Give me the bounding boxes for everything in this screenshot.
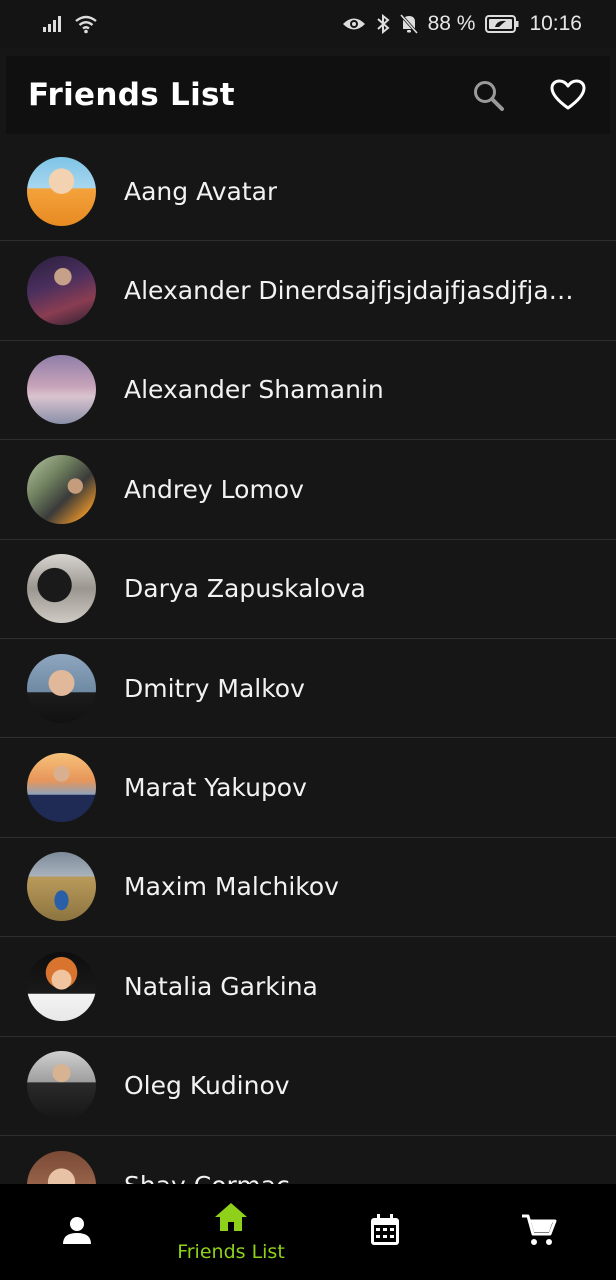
nav-item-friends-list[interactable]: Friends List xyxy=(154,1184,308,1280)
eye-icon xyxy=(342,16,366,32)
search-icon[interactable] xyxy=(468,75,508,115)
friend-name: Alexander Shamanin xyxy=(124,375,384,405)
friend-name: Andrey Lomov xyxy=(124,474,304,504)
notifications-off-icon xyxy=(399,14,418,34)
nav-item-cart[interactable] xyxy=(462,1184,616,1280)
app-bar: Friends List xyxy=(6,56,610,134)
avatar xyxy=(27,653,96,723)
friend-name: Natalia Garkina xyxy=(124,971,318,1001)
status-bar: 88 % 10:16 xyxy=(0,0,616,48)
nav-item-profile[interactable] xyxy=(0,1184,154,1280)
friend-name: Maxim Malchikov xyxy=(124,872,339,902)
calendar-icon xyxy=(369,1213,401,1251)
friend-row[interactable]: Alexander Shamanin xyxy=(0,341,616,441)
friend-row[interactable]: Darya Zapuskalova xyxy=(0,540,616,639)
friend-row[interactable]: Alexander Dinerdsajfjsjdajfjasdjfjasj... xyxy=(0,241,616,341)
friend-name: Alexander Dinerdsajfjsjdajfjasdjfjasj... xyxy=(124,276,586,306)
nav-item-calendar[interactable] xyxy=(308,1184,462,1280)
status-left xyxy=(42,14,98,34)
friend-name: Shay Cormac xyxy=(124,1171,290,1184)
avatar xyxy=(27,355,96,425)
avatar xyxy=(27,554,96,624)
cart-icon xyxy=(521,1213,557,1251)
person-icon xyxy=(61,1214,93,1250)
avatar xyxy=(27,753,96,823)
friend-row[interactable]: Oleg Kudinov xyxy=(0,1037,616,1136)
friend-row[interactable]: Aang Avatar xyxy=(0,142,616,242)
battery-percent: 88 % xyxy=(427,12,476,35)
friend-name: Darya Zapuskalova xyxy=(124,574,366,604)
avatar xyxy=(27,454,96,524)
home-icon xyxy=(213,1201,249,1237)
avatar xyxy=(27,1150,96,1184)
battery-icon xyxy=(485,15,519,33)
friend-row[interactable]: Andrey Lomov xyxy=(0,440,616,540)
avatar xyxy=(27,951,96,1021)
avatar xyxy=(27,256,96,326)
avatar xyxy=(27,156,96,226)
heart-icon[interactable] xyxy=(548,75,588,115)
friend-row[interactable]: Natalia Garkina xyxy=(0,937,616,1037)
friend-name: Dmitry Malkov xyxy=(124,673,305,703)
status-right: 88 % 10:16 xyxy=(342,12,582,36)
friend-row[interactable]: Marat Yakupov xyxy=(0,738,616,838)
avatar xyxy=(27,1051,96,1121)
clock: 10:16 xyxy=(529,12,582,35)
friend-name: Aang Avatar xyxy=(124,176,278,206)
friends-list[interactable]: Aang Avatar Alexander Dinerdsajfjsjdajfj… xyxy=(0,142,616,1184)
nav-label-friends-list: Friends List xyxy=(177,1241,285,1263)
signal-icon xyxy=(42,15,64,33)
bottom-navigation: Friends List xyxy=(0,1184,616,1280)
friend-name: Oleg Kudinov xyxy=(124,1071,290,1101)
bluetooth-icon xyxy=(376,14,390,34)
page-title: Friends List xyxy=(28,77,235,113)
friend-row[interactable]: Maxim Malchikov xyxy=(0,838,616,938)
app-bar-actions xyxy=(468,75,588,115)
friend-name: Marat Yakupov xyxy=(124,773,307,803)
friend-row[interactable]: Shay Cormac xyxy=(0,1136,616,1184)
wifi-icon xyxy=(74,14,98,34)
avatar xyxy=(27,852,96,922)
friend-row[interactable]: Dmitry Malkov xyxy=(0,639,616,739)
